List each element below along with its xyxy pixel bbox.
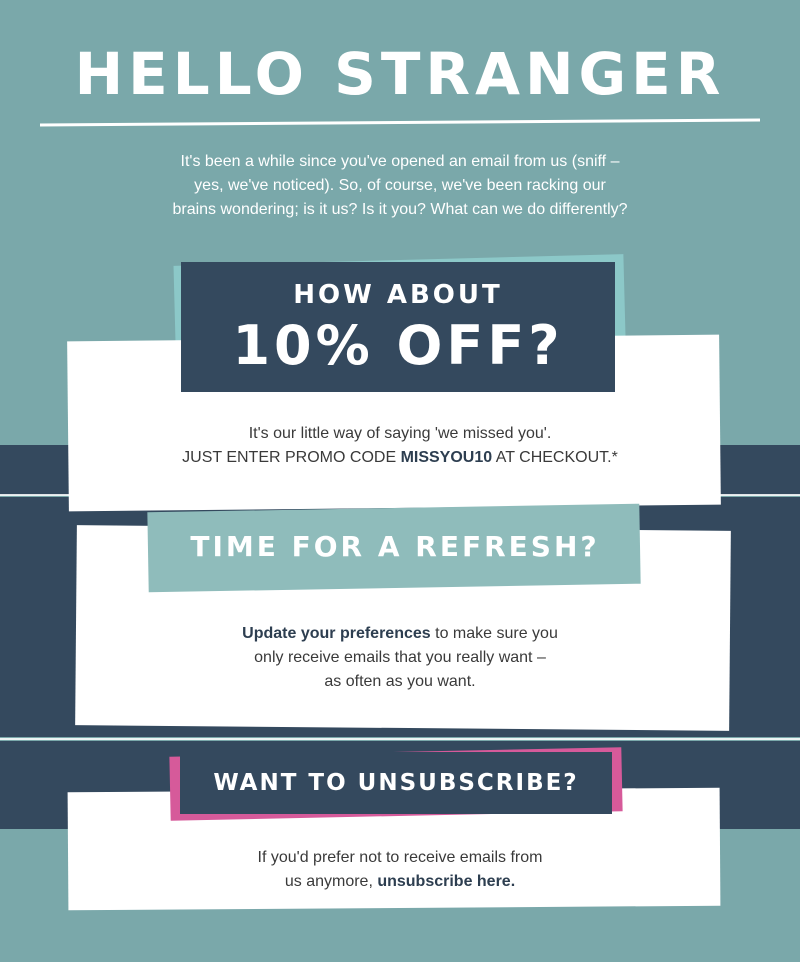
offer-line-2-suffix: AT CHECKOUT.*	[492, 449, 618, 466]
divider-stripe	[0, 738, 800, 740]
refresh-text: Update your preferences to make sure you…	[120, 622, 680, 694]
offer-heading-small: HOW ABOUT	[293, 280, 503, 310]
unsubscribe-line-2: us anymore, unsubscribe here.	[150, 870, 650, 894]
offer-line-2-prefix: JUST ENTER PROMO CODE	[182, 449, 401, 466]
offer-text: It's our little way of saying 'we missed…	[100, 422, 700, 470]
refresh-line-3: as often as you want.	[324, 673, 476, 690]
refresh-line-2: only receive emails that you really want…	[254, 649, 546, 666]
intro-line: It's been a while since you've opened an…	[180, 153, 620, 170]
refresh-line-1-rest: to make sure you	[430, 625, 558, 642]
offer-heading-big: 10% OFF?	[232, 314, 564, 377]
page-title: HELLO STRANGER	[74, 40, 726, 108]
offer-heading-box: HOW ABOUT 10% OFF?	[181, 262, 615, 392]
unsubscribe-line-2-prefix: us anymore,	[284, 873, 378, 890]
unsubscribe-link[interactable]: unsubscribe here.	[377, 873, 515, 890]
intro-line: yes, we've noticed). So, of course, we'v…	[194, 177, 606, 194]
offer-line-1: It's our little way of saying 'we missed…	[248, 425, 552, 442]
intro-line: brains wondering; is it us? Is it you? W…	[172, 201, 628, 218]
refresh-line-1: Update your preferences to make sure you	[120, 622, 680, 646]
update-preferences-link[interactable]: Update your preferences	[242, 625, 431, 642]
unsubscribe-heading: WANT TO UNSUBSCRIBE?	[213, 770, 579, 796]
title-underline	[39, 118, 761, 127]
unsubscribe-line-1: If you'd prefer not to receive emails fr…	[257, 849, 543, 866]
promo-code: MISSYOU10	[400, 449, 493, 466]
refresh-heading: TIME FOR A REFRESH?	[190, 530, 600, 563]
unsubscribe-text: If you'd prefer not to receive emails fr…	[150, 846, 650, 894]
offer-line-2: JUST ENTER PROMO CODE MISSYOU10 AT CHECK…	[100, 446, 700, 470]
intro-text: It's been a while since you've opened an…	[95, 150, 705, 222]
